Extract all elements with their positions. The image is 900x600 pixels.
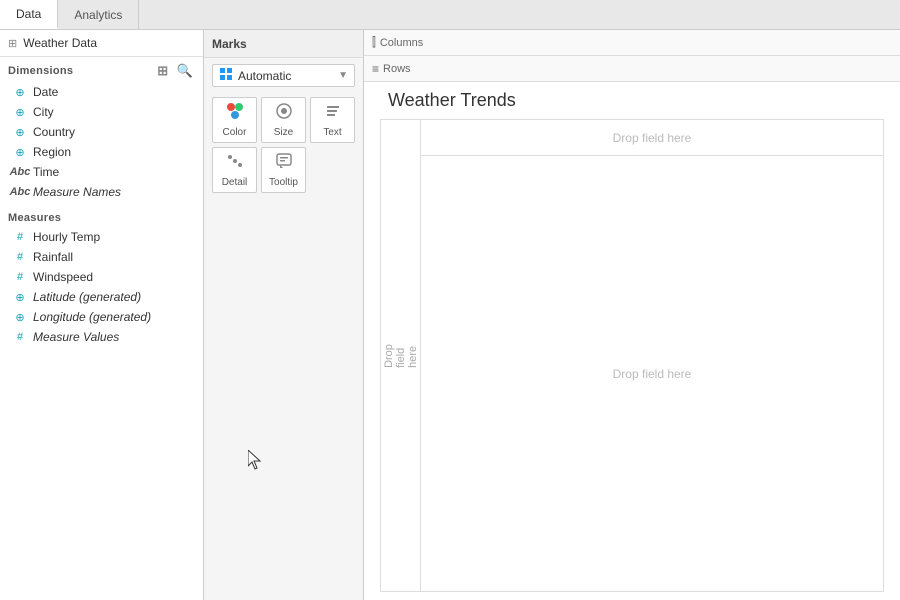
- main-layout: ⊞ Weather Data Dimensions ⊞ 🔍 ⊕ Date ⊕ C…: [0, 30, 900, 600]
- tooltip-icon: [275, 152, 293, 175]
- measures-header: Measures: [0, 206, 203, 227]
- field-label-time: Time: [33, 165, 59, 179]
- field-label-hourly-temp: Hourly Temp: [33, 230, 100, 244]
- canvas-row-label: Drop field here: [381, 120, 421, 591]
- field-label-city: City: [33, 105, 54, 119]
- field-label-country: Country: [33, 125, 75, 139]
- dimensions-icons: ⊞ 🔍: [155, 63, 195, 79]
- view-title: Weather Trends: [380, 90, 884, 111]
- marks-buttons-grid: Color Size: [204, 93, 363, 197]
- left-panel: ⊞ Weather Data Dimensions ⊞ 🔍 ⊕ Date ⊕ C…: [0, 30, 204, 600]
- main-drop-text: Drop field here: [613, 367, 692, 381]
- marks-detail-button[interactable]: Detail: [212, 147, 257, 193]
- field-date[interactable]: ⊕ Date: [0, 82, 203, 102]
- detail-icon: [226, 152, 244, 175]
- columns-shelf-content[interactable]: [444, 31, 900, 55]
- globe-icon-longitude: ⊕: [12, 309, 28, 325]
- field-label-windspeed: Windspeed: [33, 270, 93, 284]
- color-button-label: Color: [223, 127, 247, 138]
- marks-type-label: Automatic: [238, 69, 291, 83]
- top-drop-text: Drop field here: [613, 131, 692, 145]
- columns-shelf: ⫿ Columns: [364, 30, 900, 56]
- size-icon: [275, 102, 293, 125]
- marks-type-icon: [219, 67, 233, 84]
- hash-icon-hourly-temp: #: [12, 229, 28, 245]
- canvas-row-drop-text: Drop field here: [383, 344, 419, 368]
- field-label-measure-values: Measure Values: [33, 330, 119, 344]
- right-panel: ⫿ Columns ≡ Rows Weather Trends Drop fie…: [364, 30, 900, 600]
- dropdown-arrow-icon: ▼: [338, 70, 348, 81]
- field-time[interactable]: Abc Time: [0, 162, 203, 182]
- field-hourly-temp[interactable]: # Hourly Temp: [0, 227, 203, 247]
- field-measure-values[interactable]: # Measure Values: [0, 327, 203, 347]
- dimensions-grid-icon[interactable]: ⊞: [155, 63, 170, 79]
- measures-label: Measures: [8, 212, 61, 224]
- hash-icon-measure-values: #: [12, 329, 28, 345]
- rows-shelf-label: ≡ Rows: [364, 62, 444, 76]
- datasource-icon: ⊞: [8, 37, 17, 50]
- columns-shelf-label: ⫿ Columns: [364, 35, 444, 50]
- canvas-area: Drop field here Drop field here Drop fie…: [380, 119, 884, 592]
- globe-icon-latitude: ⊕: [12, 289, 28, 305]
- canvas-main-drop-zone[interactable]: Drop field here: [421, 156, 883, 591]
- marks-tooltip-button[interactable]: Tooltip: [261, 147, 306, 193]
- field-label-rainfall: Rainfall: [33, 250, 73, 264]
- text-icon: [324, 102, 342, 125]
- field-country[interactable]: ⊕ Country: [0, 122, 203, 142]
- size-button-label: Size: [274, 127, 293, 138]
- marks-size-button[interactable]: Size: [261, 97, 306, 143]
- text-button-label: Text: [323, 127, 341, 138]
- globe-icon-region: ⊕: [12, 144, 28, 160]
- field-label-date: Date: [33, 85, 58, 99]
- tab-analytics[interactable]: Analytics: [58, 0, 139, 29]
- marks-color-button[interactable]: Color: [212, 97, 257, 143]
- marks-type-dropdown[interactable]: Automatic ▼: [212, 64, 355, 87]
- canvas-top-drop-zone[interactable]: Drop field here: [421, 120, 883, 156]
- top-tab-bar: Data Analytics: [0, 0, 900, 30]
- dimensions-header: Dimensions ⊞ 🔍: [0, 57, 203, 82]
- field-city[interactable]: ⊕ City: [0, 102, 203, 122]
- view-area: Weather Trends Drop field here Drop fiel…: [364, 82, 900, 600]
- globe-icon-city: ⊕: [12, 104, 28, 120]
- dimensions-label: Dimensions: [8, 65, 73, 77]
- detail-button-label: Detail: [222, 177, 248, 188]
- field-measure-names[interactable]: Abc Measure Names: [0, 182, 203, 202]
- dimensions-search-icon[interactable]: 🔍: [175, 63, 196, 79]
- abc-icon-time: Abc: [12, 164, 28, 180]
- rows-shelf-icon: ≡: [372, 62, 379, 76]
- marks-text-button[interactable]: Text: [310, 97, 355, 143]
- datasource-label: Weather Data: [23, 36, 97, 50]
- marks-panel: Marks Automatic ▼ Color: [204, 30, 364, 600]
- tooltip-button-label: Tooltip: [269, 177, 298, 188]
- canvas-body: Drop field here Drop field here: [421, 120, 883, 591]
- tab-data[interactable]: Data: [0, 0, 58, 29]
- field-rainfall[interactable]: # Rainfall: [0, 247, 203, 267]
- rows-shelf-content[interactable]: [444, 57, 900, 81]
- datasource-row[interactable]: ⊞ Weather Data: [0, 30, 203, 57]
- abc-icon-measure-names: Abc: [12, 184, 28, 200]
- field-windspeed[interactable]: # Windspeed: [0, 267, 203, 287]
- field-label-measure-names: Measure Names: [33, 185, 121, 199]
- columns-shelf-icon: ⫿: [372, 35, 376, 50]
- field-latitude[interactable]: ⊕ Latitude (generated): [0, 287, 203, 307]
- globe-icon-country: ⊕: [12, 124, 28, 140]
- field-longitude[interactable]: ⊕ Longitude (generated): [0, 307, 203, 327]
- field-label-latitude: Latitude (generated): [33, 290, 141, 304]
- marks-header: Marks: [204, 30, 363, 58]
- color-circles-icon: [226, 102, 244, 125]
- hash-icon-rainfall: #: [12, 249, 28, 265]
- rows-shelf: ≡ Rows: [364, 56, 900, 82]
- globe-icon-date: ⊕: [12, 84, 28, 100]
- field-label-longitude: Longitude (generated): [33, 310, 151, 324]
- field-region[interactable]: ⊕ Region: [0, 142, 203, 162]
- hash-icon-windspeed: #: [12, 269, 28, 285]
- field-label-region: Region: [33, 145, 71, 159]
